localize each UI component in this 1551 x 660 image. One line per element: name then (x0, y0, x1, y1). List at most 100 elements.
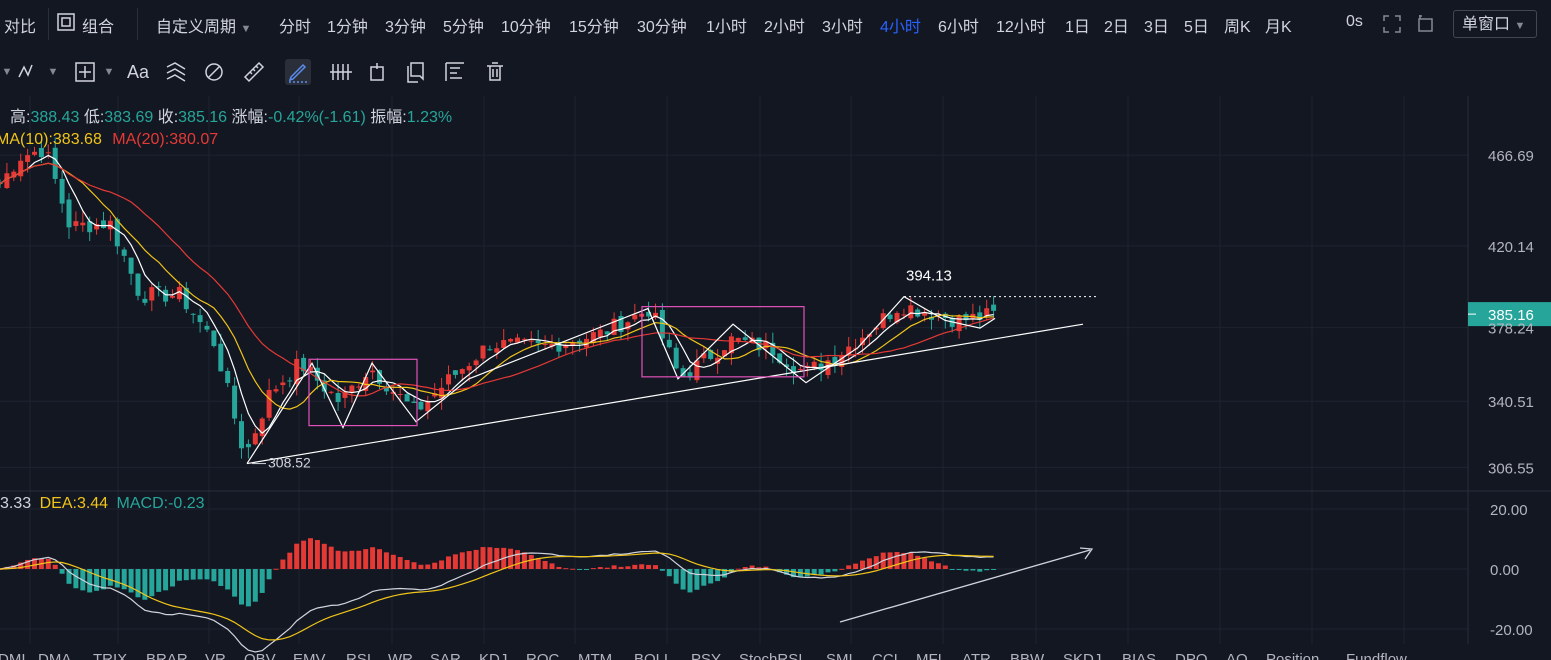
candle-body (701, 353, 707, 359)
pattern-tool-icon[interactable] (163, 59, 189, 85)
indicator-tab-bias[interactable]: BIAS (1122, 651, 1156, 660)
macd-bar (308, 538, 313, 569)
period-12[interactable]: 12小时 (996, 13, 1046, 37)
indicator-tab-obv[interactable]: OBV (244, 651, 276, 660)
candle (211, 330, 217, 348)
period-5[interactable]: 15分钟 (569, 13, 619, 37)
period-7[interactable]: 1小时 (706, 13, 747, 37)
period-18[interactable]: 月K (1265, 13, 1292, 37)
candle-body (80, 222, 86, 226)
candle-body (273, 389, 279, 392)
indicator-tab-roc[interactable]: ROC (526, 651, 560, 660)
candle-body (446, 374, 451, 385)
price-tick-3: 378.24 (1488, 321, 1534, 338)
macd-bar (832, 569, 838, 572)
indicator-tab-sar[interactable]: SAR (430, 651, 461, 660)
indicator-tab-position[interactable]: Position (1266, 651, 1319, 660)
custom-period-dropdown[interactable]: 自定义周期 ▼ (156, 13, 251, 37)
indicator-tab-mfi[interactable]: MFI (916, 651, 942, 660)
delete-tool-icon[interactable] (482, 59, 508, 85)
indicator-tab-boll[interactable]: BOLL (634, 651, 672, 660)
indicator-tab-emv[interactable]: EMV (293, 651, 326, 660)
indicator-tab-trix[interactable]: TRIX (93, 651, 127, 660)
period-16[interactable]: 5日 (1184, 13, 1209, 37)
settings-tool-icon[interactable] (442, 59, 468, 85)
candle-body (597, 329, 603, 338)
chevron-down-icon[interactable]: ▼ (96, 59, 122, 85)
macd-bar (349, 550, 355, 569)
ruler-tool-icon[interactable] (241, 59, 267, 85)
compare-button[interactable]: 对比 (4, 13, 36, 37)
period-14[interactable]: 2日 (1104, 13, 1129, 37)
change-value: -0.42%(-1.61) (267, 109, 366, 126)
period-4[interactable]: 10分钟 (501, 13, 551, 37)
macd-bar (183, 569, 189, 581)
candle-body (480, 345, 486, 359)
macd-bar (190, 569, 196, 580)
period-17[interactable]: 周K (1224, 13, 1251, 37)
candle-body (742, 337, 748, 340)
magnet-tool-icon[interactable] (201, 59, 227, 85)
indicator-tab-atr[interactable]: ATR (962, 651, 991, 660)
indicator-tab-bbw[interactable]: BBW (1010, 651, 1045, 660)
macd-bar (839, 568, 845, 570)
candle-body (521, 338, 527, 340)
clip-tool-icon[interactable] (364, 59, 390, 85)
price-chart[interactable]: 394.13 308.52 466.69 420.14 385.16 378.24 340… (0, 96, 1551, 660)
period-0[interactable]: 分时 (279, 13, 311, 37)
indicator-tab-dma[interactable]: DMA (38, 651, 71, 660)
macd-bar (45, 558, 51, 569)
indicator-tab-rsi[interactable]: RSI (346, 651, 371, 660)
indicator-tab-vr[interactable]: VR (205, 651, 226, 660)
indicator-tab-smi[interactable]: SMI (826, 651, 853, 660)
amplitude-label: 振幅: (370, 109, 407, 126)
period-9[interactable]: 3小时 (822, 13, 863, 37)
macd-bar (846, 565, 852, 569)
chevron-down-icon: ▼ (1514, 20, 1526, 32)
pen-tool-icon[interactable] (285, 59, 311, 85)
period-13[interactable]: 1日 (1065, 13, 1090, 37)
macd-bar (114, 569, 120, 588)
crosshair-tool-icon[interactable] (72, 59, 98, 85)
indicator-tab-stochrsi[interactable]: StochRSI (739, 651, 802, 660)
indicator-tab-skdj[interactable]: SKDJ (1063, 651, 1101, 660)
indicator-tab-wr[interactable]: WR (388, 651, 413, 660)
period-10[interactable]: 4小时 (880, 13, 921, 37)
combo-icon[interactable] (56, 12, 76, 37)
chevron-down-icon[interactable]: ▼ (40, 59, 66, 85)
indicator-tab-fundflow[interactable]: Fundflow (1346, 651, 1407, 660)
candle-body (473, 360, 479, 366)
fullscreen-icon[interactable] (1382, 14, 1402, 39)
period-11[interactable]: 6小时 (938, 13, 979, 37)
period-6[interactable]: 30分钟 (637, 13, 687, 37)
period-15[interactable]: 3日 (1144, 13, 1169, 37)
candle-body (880, 313, 886, 329)
period-8[interactable]: 2小时 (764, 13, 805, 37)
popout-icon[interactable] (1416, 14, 1436, 39)
path-tool-icon[interactable] (16, 59, 42, 85)
indicator-tab-psy[interactable]: PSY (691, 651, 721, 660)
period-1[interactable]: 1分钟 (327, 13, 368, 37)
period-2[interactable]: 3分钟 (385, 13, 426, 37)
indicator-tab-dpo[interactable]: DPO (1175, 651, 1208, 660)
indicator-tab-mtm[interactable]: MTM (578, 651, 612, 660)
copy-tool-icon[interactable] (403, 59, 429, 85)
indicator-tab-kdj[interactable]: KDJ (479, 651, 507, 660)
combo-button[interactable]: 组合 (82, 13, 114, 37)
text-tool-icon[interactable]: Aa (125, 59, 151, 85)
indicator-tab-cci[interactable]: CCI (872, 651, 898, 660)
macd-bar (701, 569, 707, 586)
candle-body (232, 385, 238, 419)
indicator-tab-ao[interactable]: AO (1226, 651, 1248, 660)
macd-bar (487, 547, 493, 569)
indicator-tab-brar[interactable]: BRAR (146, 651, 188, 660)
macd-bar (101, 569, 106, 590)
candle-body (542, 343, 548, 345)
macd-bar (197, 569, 203, 580)
macd-bar (335, 550, 341, 569)
indicator-tab-dmi[interactable]: DMI (0, 651, 26, 660)
macd-bar (611, 565, 617, 569)
window-mode-dropdown[interactable]: 单窗口 ▼ (1453, 10, 1537, 38)
bars-tool-icon[interactable] (327, 59, 353, 85)
period-3[interactable]: 5分钟 (443, 13, 484, 37)
